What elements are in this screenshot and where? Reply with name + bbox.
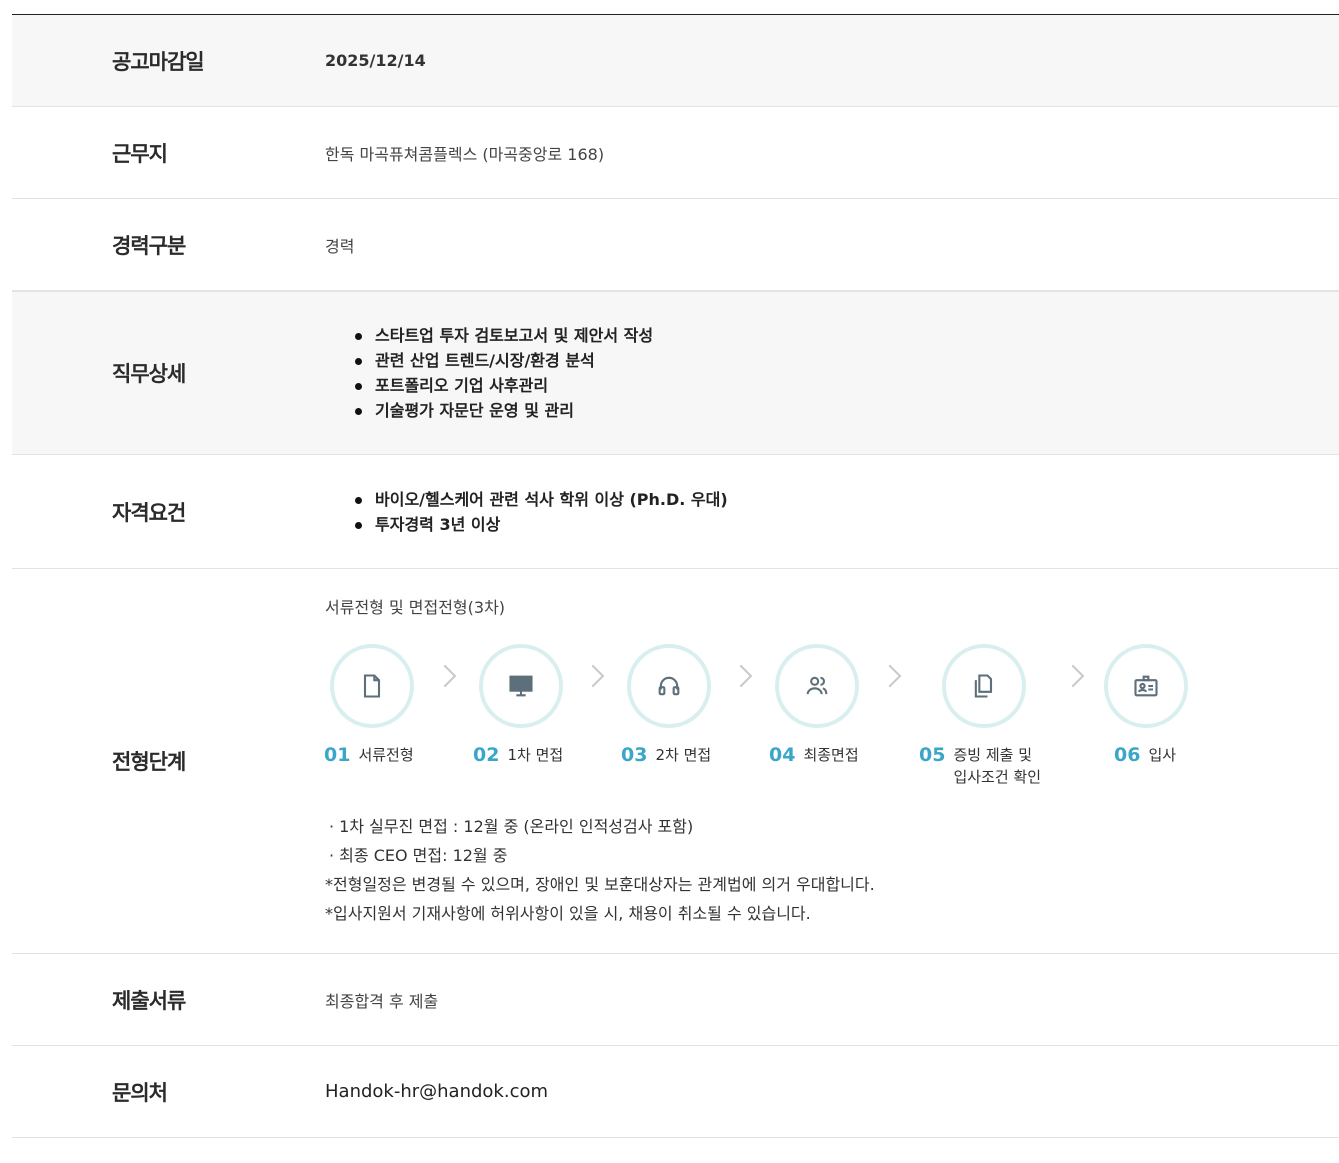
step-label: 서류전형 <box>358 746 414 764</box>
career-label: 경력구분 <box>112 233 186 258</box>
list-item: 투자경력 3년 이상 <box>355 512 728 537</box>
process-step-2: 02 1차 면접 <box>473 644 563 766</box>
step-number: 04 <box>769 744 796 766</box>
list-item: 관련 산업 트렌드/시장/환경 분석 <box>354 348 653 373</box>
process-content: 서류전형 및 면접전형(3차) 01 서류전형 02 1차 면접 03 2차 면… <box>324 594 1285 928</box>
career-row: 경력구분 경력 <box>12 199 1339 291</box>
step-number: 03 <box>621 744 648 766</box>
list-item: 바이오/헬스케어 관련 석사 학위 이상 (Ph.D. 우대) <box>355 487 728 512</box>
monitor-icon <box>509 675 533 697</box>
list-item: 스타트업 투자 검토보고서 및 제안서 작성 <box>354 323 653 348</box>
requirements-row: 자격요건 바이오/헬스케어 관련 석사 학위 이상 (Ph.D. 우대) 투자경… <box>12 455 1339 569</box>
step-number: 01 <box>324 744 351 766</box>
step-label-line2: 입사조건 확인 <box>953 768 1042 786</box>
step-label: 1차 면접 <box>507 746 564 764</box>
process-label: 전형단계 <box>112 750 186 774</box>
requirements-label: 자격요건 <box>112 500 186 525</box>
document-icon <box>363 674 381 698</box>
job-detail-table: 공고마감일 2025/12/14 근무지 한독 마곡퓨쳐콤플렉스 (마곡중앙로 … <box>12 14 1339 1138</box>
process-notes: · 1차 실무진 면접 : 12월 중 (온라인 인적성검사 포함) · 최종 … <box>325 812 1285 928</box>
step-label: 입사 <box>1148 746 1177 764</box>
note-item: · 1차 실무진 면접 : 12월 중 (온라인 인적성검사 포함) <box>329 817 694 836</box>
career-value: 경력 <box>325 236 355 256</box>
documents-label: 제출서류 <box>112 988 186 1013</box>
deadline-row: 공고마감일 2025/12/14 <box>12 15 1339 107</box>
step-number: 06 <box>1114 744 1141 766</box>
duties-label: 직무상세 <box>112 362 186 386</box>
chevron-right-icon <box>581 664 605 688</box>
list-item: 기술평가 자문단 운영 및 관리 <box>354 398 653 423</box>
contact-label: 문의처 <box>112 1080 168 1105</box>
note-item: *입사지원서 기재사항에 허위사항이 있을 시, 채용이 취소될 수 있습니다. <box>325 904 811 923</box>
step-label: 2차 면접 <box>655 746 712 764</box>
list-item: 포트폴리오 기업 사후관리 <box>354 373 653 398</box>
contact-row: 문의처 Handok-hr@handok.com <box>12 1046 1339 1138</box>
location-row: 근무지 한독 마곡퓨쳐콤플렉스 (마곡중앙로 168) <box>12 107 1339 199</box>
location-value: 한독 마곡퓨쳐콤플렉스 (마곡중앙로 168) <box>325 144 605 164</box>
process-row: 전형단계 서류전형 및 면접전형(3차) 01 서류전형 02 1차 면접 03… <box>12 569 1339 954</box>
deadline-label: 공고마감일 <box>112 49 205 74</box>
deadline-value: 2025/12/14 <box>325 51 426 70</box>
chevron-right-icon <box>1061 664 1085 688</box>
duties-list: 스타트업 투자 검토보고서 및 제안서 작성 관련 산업 트렌드/시장/환경 분… <box>325 323 653 423</box>
contact-email[interactable]: Handok-hr@handok.com <box>325 1081 548 1102</box>
copy-documents-icon <box>974 674 993 698</box>
chevron-right-icon <box>878 664 902 688</box>
duties-row: 직무상세 스타트업 투자 검토보고서 및 제안서 작성 관련 산업 트렌드/시장… <box>12 291 1339 455</box>
id-card-icon <box>1134 675 1158 697</box>
process-title: 서류전형 및 면접전형(3차) <box>325 598 506 617</box>
requirements-list: 바이오/헬스케어 관련 석사 학위 이상 (Ph.D. 우대) 투자경력 3년 … <box>325 487 728 537</box>
step-number: 05 <box>919 744 946 766</box>
step-number: 02 <box>473 744 500 766</box>
chevron-right-icon <box>433 664 457 688</box>
step-label: 최종면접 <box>803 746 859 764</box>
note-item: *전형일정은 변경될 수 있으며, 장애인 및 보훈대상자는 관계법에 의거 우… <box>325 875 875 894</box>
process-step-6: 06 입사 <box>1104 644 1188 766</box>
step-label: 증빙 제출 및 <box>953 746 1032 764</box>
process-step-4: 04 최종면접 <box>769 644 859 766</box>
process-step-5: 05 증빙 제출 및 입사조건 확인 <box>919 644 1041 786</box>
users-icon <box>806 676 828 695</box>
chevron-right-icon <box>729 664 753 688</box>
note-item: · 최종 CEO 면접: 12월 중 <box>329 846 508 865</box>
process-step-1: 01 서류전형 <box>324 644 414 766</box>
process-step-3: 03 2차 면접 <box>621 644 711 766</box>
location-label: 근무지 <box>112 141 168 166</box>
documents-value: 최종합격 후 제출 <box>325 991 439 1011</box>
headset-icon <box>658 676 680 696</box>
process-steps: 01 서류전형 02 1차 면접 03 2차 면접 04 최종면접 05 증빙 … <box>324 644 1205 794</box>
documents-row: 제출서류 최종합격 후 제출 <box>12 954 1339 1046</box>
